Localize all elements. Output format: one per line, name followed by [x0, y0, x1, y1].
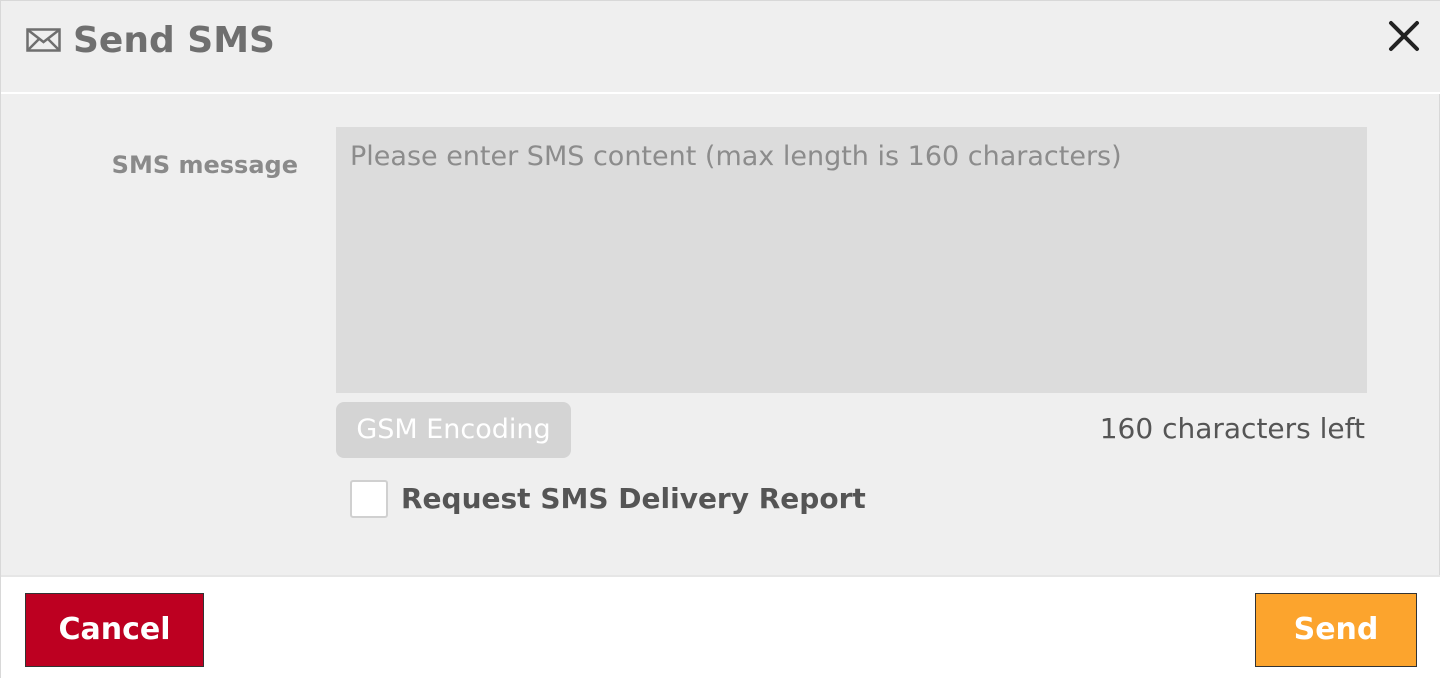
sms-message-label: SMS message: [111, 151, 298, 179]
close-icon[interactable]: [1385, 17, 1423, 55]
delivery-report-checkbox[interactable]: [350, 480, 388, 518]
dialog-title: Send SMS: [73, 20, 275, 61]
send-sms-dialog: Send SMS SMS message GSM Encoding 160 ch…: [0, 0, 1440, 679]
cancel-button[interactable]: Cancel: [25, 593, 204, 667]
encoding-badge: GSM Encoding: [336, 402, 571, 458]
dialog-footer: Cancel Send: [1, 575, 1440, 679]
dialog-header: Send SMS: [1, 1, 1440, 94]
characters-left-counter: 160 characters left: [1099, 412, 1365, 445]
sms-message-input[interactable]: [336, 127, 1367, 393]
delivery-report-label[interactable]: Request SMS Delivery Report: [401, 479, 866, 519]
envelope-icon: [26, 28, 61, 52]
send-button[interactable]: Send: [1255, 593, 1417, 667]
